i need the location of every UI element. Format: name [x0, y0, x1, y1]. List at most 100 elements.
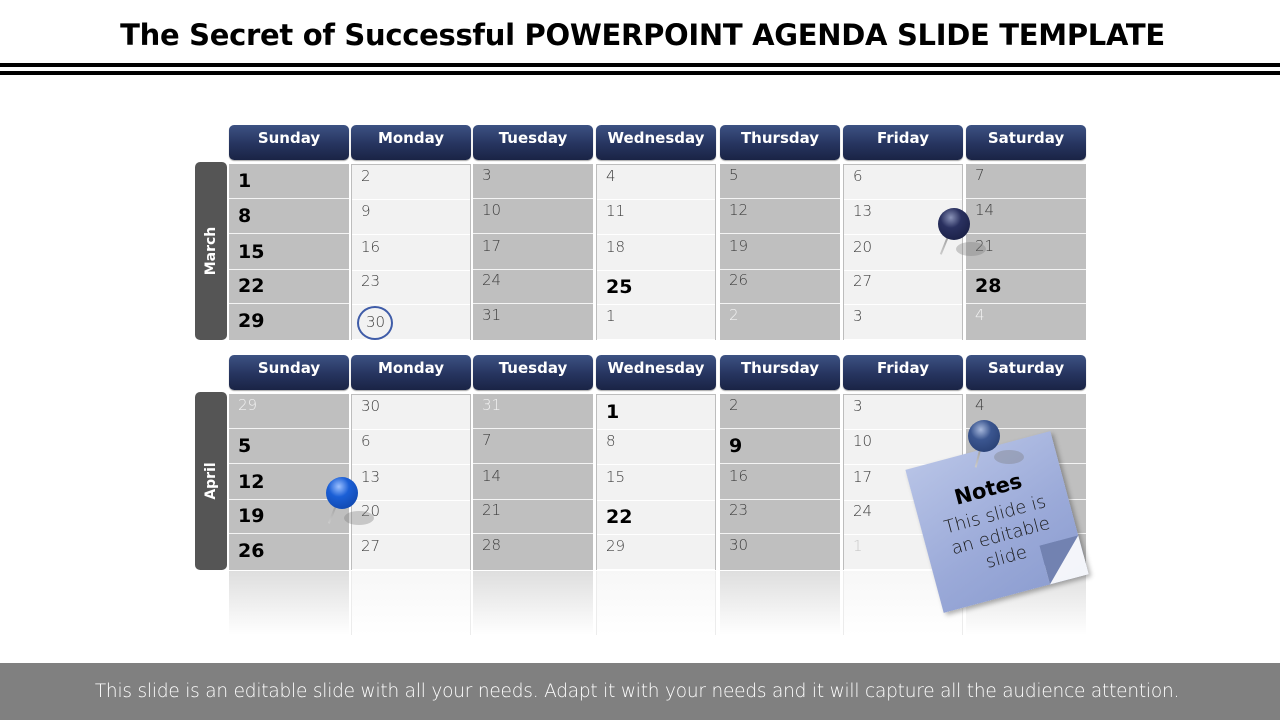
- day-cell[interactable]: 21: [966, 235, 1086, 270]
- day-number: 23: [729, 501, 749, 519]
- day-column-friday: 6 13 20 27 3: [843, 164, 963, 340]
- day-cell[interactable]: 14: [966, 199, 1086, 234]
- day-cell[interactable]: 23: [352, 270, 470, 305]
- day-cell[interactable]: 7: [966, 164, 1086, 199]
- day-cell[interactable]: 8: [229, 199, 349, 234]
- day-cell[interactable]: 27: [844, 270, 962, 305]
- day-cell[interactable]: 26: [720, 269, 840, 304]
- day-number: 10: [482, 201, 502, 219]
- day-number: 27: [853, 272, 873, 290]
- day-cell[interactable]: 1: [597, 305, 715, 340]
- reflection-column: [720, 571, 840, 635]
- day-number: 30: [366, 313, 386, 331]
- day-cell[interactable]: 3: [473, 164, 593, 199]
- day-cell[interactable]: 24: [473, 269, 593, 304]
- day-cell[interactable]: 12: [720, 199, 840, 234]
- day-column-tuesday: 31 7 14 21 28: [473, 394, 593, 570]
- weekday-header-wednesday: Wednesday: [596, 355, 716, 390]
- day-cell[interactable]: 6: [352, 430, 470, 465]
- day-cell[interactable]: 27: [352, 535, 470, 570]
- day-cell[interactable]: 18: [597, 236, 715, 271]
- day-cell[interactable]: 16: [352, 236, 470, 271]
- footer-text: This slide is an editable slide with all…: [94, 681, 1180, 702]
- day-number: 3: [853, 397, 863, 415]
- day-cell[interactable]: 6: [844, 165, 962, 200]
- day-cell[interactable]: 11: [597, 200, 715, 235]
- day-number: 5: [238, 435, 252, 457]
- day-number: 4: [606, 167, 616, 185]
- title-rule-top: [0, 63, 1280, 67]
- day-cell[interactable]: 29: [229, 304, 349, 339]
- day-cell[interactable]: 4: [597, 165, 715, 200]
- day-cell[interactable]: 31: [473, 394, 593, 429]
- day-cell[interactable]: 5: [720, 164, 840, 199]
- day-number: 30: [361, 397, 381, 415]
- day-number: 25: [606, 276, 633, 298]
- day-cell[interactable]: 31: [473, 304, 593, 339]
- day-number: 12: [729, 201, 749, 219]
- day-column-tuesday: 3 10 17 24 31: [473, 164, 593, 340]
- day-number: 3: [482, 166, 492, 184]
- day-cell[interactable]: 10: [473, 199, 593, 234]
- day-cell[interactable]: 17: [473, 235, 593, 270]
- day-cell[interactable]: 2: [352, 165, 470, 200]
- day-cell[interactable]: 2: [720, 394, 840, 429]
- day-cell[interactable]: 19: [720, 235, 840, 270]
- weekday-header-tuesday: Tuesday: [473, 355, 593, 390]
- month-name: April: [203, 462, 219, 500]
- day-cell[interactable]: 15: [229, 235, 349, 270]
- day-cell[interactable]: 1: [597, 395, 715, 430]
- day-cell[interactable]: 13: [352, 466, 470, 501]
- day-cell[interactable]: 3: [844, 395, 962, 430]
- day-number: 6: [361, 432, 371, 450]
- day-number: 1: [606, 307, 616, 325]
- day-cell[interactable]: 30: [720, 534, 840, 569]
- day-column-monday: 2 9 16 23 30: [351, 164, 471, 340]
- day-cell[interactable]: 23: [720, 499, 840, 534]
- day-cell[interactable]: 15: [597, 466, 715, 501]
- day-cell[interactable]: 9: [720, 429, 840, 464]
- weekday-header-sunday: Sunday: [229, 355, 349, 390]
- day-number: 13: [361, 468, 381, 486]
- day-cell[interactable]: 22: [597, 500, 715, 535]
- day-cell[interactable]: 14: [473, 465, 593, 500]
- weekday-header-friday: Friday: [843, 355, 963, 390]
- day-cell[interactable]: 5: [229, 429, 349, 464]
- day-cell[interactable]: 29: [597, 535, 715, 570]
- day-cell[interactable]: 4: [966, 304, 1086, 339]
- day-cell[interactable]: 25: [597, 270, 715, 305]
- day-number: 4: [975, 396, 985, 414]
- day-cell[interactable]: 7: [473, 429, 593, 464]
- day-cell[interactable]: 3: [844, 305, 962, 340]
- day-number: 26: [729, 271, 749, 289]
- day-cell[interactable]: 9: [352, 200, 470, 235]
- day-number: 1: [606, 401, 620, 423]
- day-cell[interactable]: 30: [352, 305, 470, 340]
- day-number: 11: [606, 202, 626, 220]
- slide: The Secret of Successful POWERPOINT AGEN…: [0, 0, 1280, 720]
- day-cell[interactable]: 16: [720, 465, 840, 500]
- day-cell[interactable]: 1: [229, 164, 349, 199]
- weekday-header-monday: Monday: [351, 355, 471, 390]
- day-cell[interactable]: 30: [352, 395, 470, 430]
- day-number: 28: [975, 275, 1002, 297]
- day-number: 13: [853, 202, 873, 220]
- day-number: 17: [853, 468, 873, 486]
- day-number: 2: [729, 396, 739, 414]
- weekday-header-saturday: Saturday: [966, 355, 1086, 390]
- day-cell[interactable]: 28: [966, 269, 1086, 304]
- day-cell[interactable]: 21: [473, 499, 593, 534]
- day-cell[interactable]: 28: [473, 534, 593, 569]
- day-number: 27: [361, 537, 381, 555]
- day-number: 15: [606, 468, 626, 486]
- day-cell[interactable]: 22: [229, 269, 349, 304]
- day-cell[interactable]: 2: [720, 304, 840, 339]
- reflection-column: [596, 571, 716, 635]
- weekday-header-wednesday: Wednesday: [596, 125, 716, 160]
- day-cell[interactable]: 26: [229, 534, 349, 569]
- weekday-header-friday: Friday: [843, 125, 963, 160]
- weekday-header-saturday: Saturday: [966, 125, 1086, 160]
- day-cell[interactable]: 29: [229, 394, 349, 429]
- day-cell[interactable]: 8: [597, 430, 715, 465]
- day-number: 31: [482, 306, 502, 324]
